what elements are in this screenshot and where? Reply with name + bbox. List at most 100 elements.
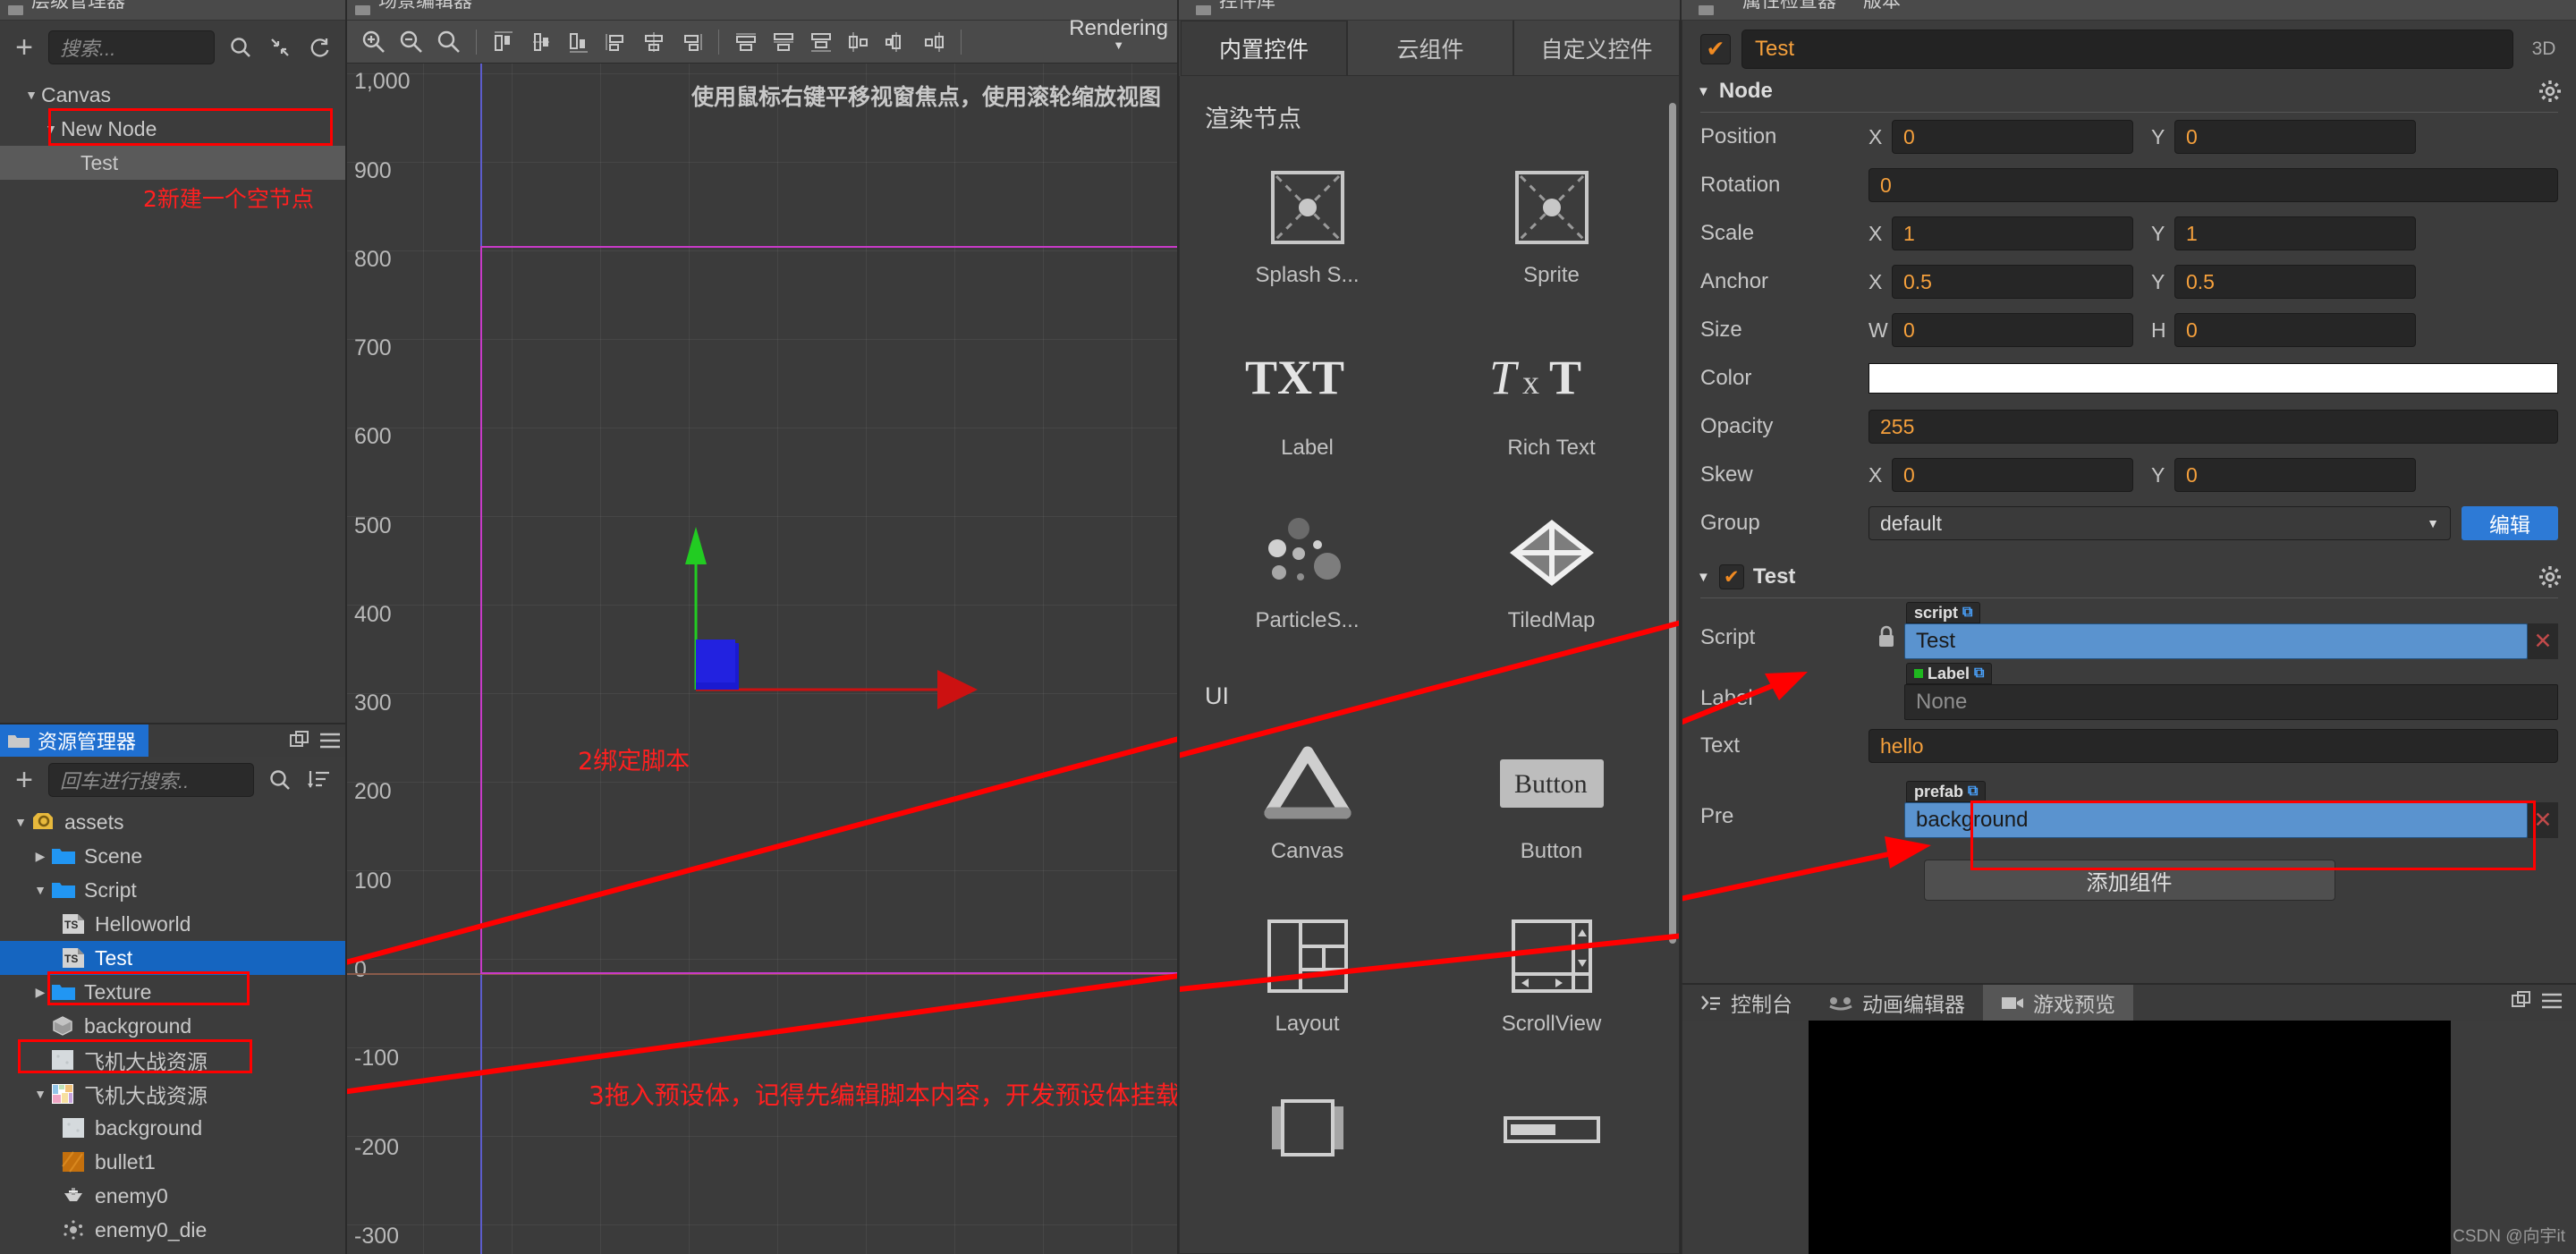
- hierarchy-search-input[interactable]: 搜索...: [48, 30, 215, 64]
- search-icon[interactable]: [267, 768, 293, 792]
- asset-item-enemy0[interactable]: enemy0: [0, 1179, 345, 1213]
- scale-y-input[interactable]: 1: [2174, 216, 2416, 250]
- float-icon[interactable]: [284, 724, 315, 757]
- asset-item-background-image[interactable]: background: [0, 1111, 345, 1145]
- skew-x-input[interactable]: 0: [1892, 458, 2133, 492]
- anchor-x-input[interactable]: 0.5: [1892, 265, 2133, 299]
- version-tab-label[interactable]: 版本: [1863, 0, 1901, 13]
- chevron-down-icon[interactable]: ▼: [30, 1087, 50, 1101]
- open-link-icon[interactable]: ⧉: [1962, 605, 1972, 621]
- dist-hcenter-icon[interactable]: [636, 24, 672, 60]
- library-item-scrollview[interactable]: ScrollView: [1429, 890, 1674, 1063]
- position-y-input[interactable]: 0: [2174, 120, 2416, 154]
- anchor-y-input[interactable]: 0.5: [2174, 265, 2416, 299]
- asset-item-bullet1[interactable]: bullet1: [0, 1145, 345, 1179]
- assets-tab[interactable]: 资源管理器: [0, 724, 149, 757]
- prefab-drop-field[interactable]: background: [1904, 802, 2528, 838]
- library-tab-label[interactable]: 控件库: [1219, 0, 1275, 13]
- library-item-splash-sprite[interactable]: Splash S...: [1185, 141, 1429, 314]
- zoom-out-icon[interactable]: [394, 24, 429, 60]
- plus-icon[interactable]: +: [13, 765, 36, 795]
- component-enabled-checkbox[interactable]: ✔: [1718, 564, 1744, 589]
- scale-x-input[interactable]: 1: [1892, 216, 2133, 250]
- node-enabled-checkbox[interactable]: ✔: [1700, 34, 1731, 64]
- node-section-header[interactable]: ▼ Node: [1682, 71, 2576, 112]
- asset-item-plane-resource-image[interactable]: 飞机大战资源: [0, 1043, 345, 1077]
- asset-item-texture[interactable]: ▶ Texture: [0, 975, 345, 1009]
- menu-icon[interactable]: [315, 724, 345, 757]
- game-preview-stage[interactable]: [1808, 1021, 2451, 1254]
- search-icon[interactable]: [227, 36, 254, 59]
- chevron-right-icon[interactable]: ▶: [30, 849, 50, 864]
- position-x-input[interactable]: 0: [1892, 120, 2133, 154]
- assets-search-input[interactable]: 回车进行搜索..: [48, 763, 254, 797]
- asset-item-assets[interactable]: ▼ assets: [0, 805, 345, 839]
- chevron-down-icon[interactable]: ▼: [41, 122, 61, 136]
- open-link-icon[interactable]: ⧉: [1968, 784, 1978, 800]
- library-item-pageview[interactable]: [1185, 1063, 1429, 1235]
- library-item-button[interactable]: Button Button: [1429, 717, 1674, 890]
- library-item-tiledmap[interactable]: TiledMap: [1429, 487, 1674, 659]
- float-icon[interactable]: [2506, 985, 2537, 1017]
- library-item-particle-system[interactable]: ParticleS...: [1185, 487, 1429, 659]
- refresh-icon[interactable]: [306, 37, 333, 58]
- gear-icon[interactable]: [2538, 565, 2562, 589]
- dist-right-icon[interactable]: [674, 24, 709, 60]
- chevron-right-icon[interactable]: ▶: [30, 985, 50, 1000]
- size-h-input[interactable]: 0: [2174, 313, 2416, 347]
- chevron-down-icon[interactable]: ▼: [1697, 570, 1710, 585]
- opacity-input[interactable]: 255: [1868, 410, 2558, 444]
- edit-group-button[interactable]: 编辑: [2462, 506, 2558, 540]
- hierarchy-node-new-node[interactable]: ▼ New Node: [0, 112, 345, 146]
- skew-y-input[interactable]: 0: [2174, 458, 2416, 492]
- scene-viewport[interactable]: 使用鼠标右键平移视窗焦点，使用滚轮缩放视图 1,000 900 800 700 …: [347, 64, 1177, 1254]
- rendering-dropdown[interactable]: Rendering ▼: [1069, 17, 1168, 52]
- collapse-icon[interactable]: [267, 37, 293, 58]
- scene-tab-label[interactable]: 场景编辑器: [378, 0, 472, 13]
- hierarchy-node-canvas[interactable]: ▼ Canvas: [0, 78, 345, 112]
- library-item-canvas[interactable]: Canvas: [1185, 717, 1429, 890]
- chevron-down-icon[interactable]: ▼: [30, 883, 50, 897]
- chevron-down-icon[interactable]: ▼: [11, 815, 30, 829]
- gear-icon[interactable]: [2538, 80, 2562, 103]
- plus-icon[interactable]: +: [13, 32, 36, 63]
- dist-left-icon[interactable]: [598, 24, 634, 60]
- hierarchy-tab-label[interactable]: 层级管理器: [31, 0, 125, 13]
- tab-animation-editor[interactable]: 动画编辑器: [1810, 985, 1983, 1021]
- align-right-icon[interactable]: [561, 24, 597, 60]
- transform-gizmo[interactable]: [642, 448, 1143, 752]
- zoom-fit-icon[interactable]: [431, 24, 467, 60]
- text-input[interactable]: hello: [1868, 729, 2558, 763]
- library-scrollbar[interactable]: [1669, 103, 1676, 944]
- asset-item-plane-resource-atlas[interactable]: ▼ 飞机大战资源: [0, 1077, 345, 1111]
- align-top-icon[interactable]: [728, 24, 764, 60]
- tab-custom-widgets[interactable]: 自定义控件: [1513, 21, 1680, 76]
- tab-console[interactable]: 控制台: [1682, 985, 1810, 1021]
- library-item-rich-text[interactable]: TxT Rich Text: [1429, 314, 1674, 487]
- align-vcenter-icon[interactable]: [766, 24, 801, 60]
- node-3d-toggle[interactable]: 3D: [2524, 38, 2563, 60]
- align-left-icon[interactable]: [486, 24, 521, 60]
- tab-game-preview[interactable]: 游戏预览: [1983, 985, 2133, 1021]
- clear-prefab-button[interactable]: ✕: [2528, 802, 2558, 838]
- sort-icon[interactable]: [306, 769, 333, 791]
- open-link-icon[interactable]: ⧉: [1974, 665, 1984, 682]
- color-swatch[interactable]: [1868, 363, 2558, 394]
- chevron-down-icon[interactable]: ▼: [21, 88, 41, 102]
- clear-script-button[interactable]: ✕: [2528, 623, 2558, 659]
- asset-item-helloworld[interactable]: TS Helloworld: [0, 907, 345, 941]
- dist-vcenter-icon[interactable]: [878, 24, 914, 60]
- asset-item-enemy0-die[interactable]: enemy0_die: [0, 1213, 345, 1247]
- asset-item-script[interactable]: ▼ Script: [0, 873, 345, 907]
- library-item-sprite[interactable]: Sprite: [1429, 141, 1674, 314]
- asset-item-test[interactable]: TS Test: [0, 941, 345, 975]
- size-w-input[interactable]: 0: [1892, 313, 2133, 347]
- tab-builtin-widgets[interactable]: 内置控件: [1181, 21, 1347, 76]
- library-item-layout[interactable]: Layout: [1185, 890, 1429, 1063]
- label-drop-field[interactable]: None: [1904, 684, 2558, 720]
- group-select[interactable]: default ▼: [1868, 506, 2451, 540]
- library-item-label[interactable]: TXT Label: [1185, 314, 1429, 487]
- hierarchy-node-test[interactable]: Test: [0, 146, 345, 180]
- add-component-button[interactable]: 添加组件: [1923, 860, 2335, 901]
- dist-top-icon[interactable]: [841, 24, 877, 60]
